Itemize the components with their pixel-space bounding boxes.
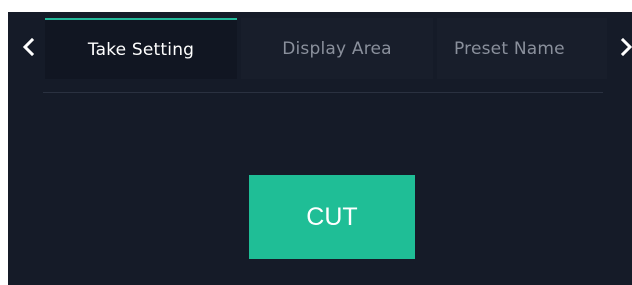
- tab-preset-name[interactable]: Preset Name: [437, 18, 607, 79]
- take-setting-panel: Take Setting Display Area Preset Name CU…: [8, 12, 632, 285]
- chevron-left-icon: [22, 38, 35, 56]
- tab-display-area[interactable]: Display Area: [241, 18, 433, 79]
- tab-label: Display Area: [282, 38, 392, 59]
- tab-scroll-right-button[interactable]: [613, 32, 632, 62]
- tab-take-setting[interactable]: Take Setting: [45, 18, 237, 79]
- tab-bar: Take Setting Display Area Preset Name: [8, 12, 632, 82]
- tab-scroll-left-button[interactable]: [14, 32, 42, 62]
- cut-button[interactable]: CUT: [249, 175, 415, 259]
- divider: [43, 92, 603, 93]
- tab-label: Preset Name: [454, 38, 565, 59]
- tab-label: Take Setting: [87, 39, 195, 60]
- chevron-right-icon: [620, 38, 632, 56]
